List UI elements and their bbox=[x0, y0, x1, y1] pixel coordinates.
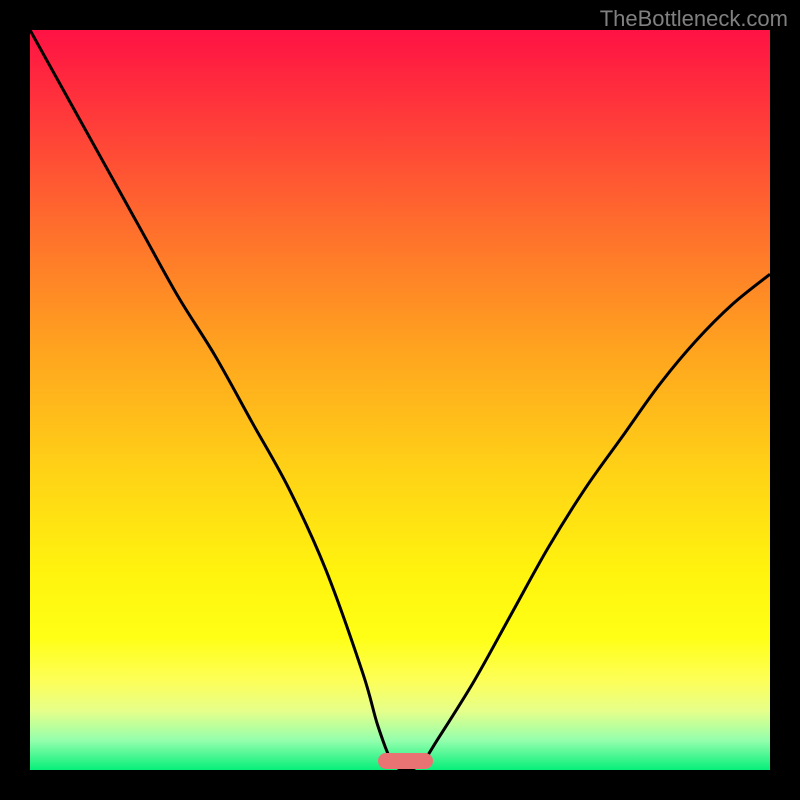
attribution-text: TheBottleneck.com bbox=[600, 6, 788, 32]
optimal-marker bbox=[378, 753, 434, 769]
bottleneck-curve bbox=[30, 30, 770, 770]
plot-area bbox=[30, 30, 770, 770]
chart-container: TheBottleneck.com bbox=[0, 0, 800, 800]
